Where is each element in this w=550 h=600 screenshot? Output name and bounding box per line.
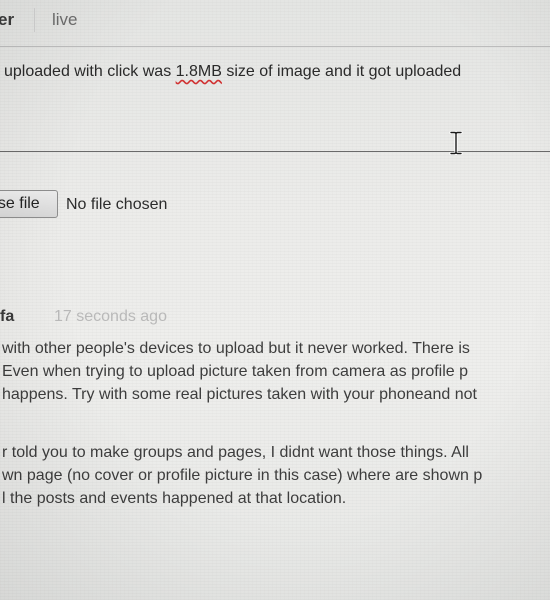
comment-line: r told you to make groups and pages, I d…: [2, 444, 469, 461]
comment-textarea-text: uploaded with click was 1.8MB size of im…: [4, 63, 461, 81]
comment-line: with other people's devices to upload bu…: [2, 340, 470, 357]
comment-line: wn page (no cover or profile picture in …: [2, 467, 483, 484]
spell-error-word[interactable]: 1.8MB: [176, 63, 222, 80]
comment-timestamp[interactable]: 17 seconds ago: [54, 308, 167, 326]
tab-partial[interactable]: er: [0, 10, 14, 30]
choose-file-button[interactable]: ose file: [0, 190, 58, 218]
comment-author[interactable]: fa: [0, 308, 14, 326]
comment-line: Even when trying to upload picture taken…: [2, 363, 469, 380]
composer-text-before: uploaded with click was: [4, 63, 176, 80]
comment-line: l the posts and events happened at that …: [2, 490, 347, 507]
file-status-text: No file chosen: [66, 196, 168, 213]
composer-text-after: size of image and it got uploaded: [221, 63, 462, 80]
tab-live[interactable]: live: [52, 10, 78, 30]
i-beam-cursor-icon: [449, 131, 463, 155]
comment-line: happens. Try with some real pictures tak…: [2, 386, 477, 403]
tab-separator: [34, 8, 35, 32]
